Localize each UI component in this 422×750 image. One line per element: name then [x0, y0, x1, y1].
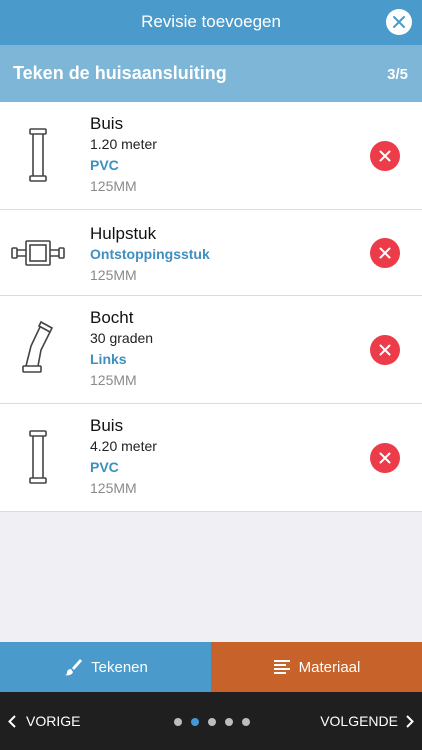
- close-icon: [379, 344, 391, 356]
- bend-icon: [10, 320, 66, 376]
- item-diameter: 125MM: [90, 267, 137, 283]
- delete-button[interactable]: [370, 335, 400, 365]
- item-direction: Links: [90, 351, 127, 367]
- pipe-icon: [10, 128, 66, 182]
- chevron-left-icon: [8, 714, 16, 728]
- component-list: Buis 1.20 meter PVC 125MM Hulpstuk Ontst…: [0, 102, 422, 512]
- page-indicator: [174, 718, 250, 726]
- item-name: Bocht: [90, 308, 134, 327]
- item-diameter: 125MM: [90, 480, 137, 496]
- item-material: PVC: [90, 157, 119, 173]
- action-tabbar: Tekenen Materiaal: [0, 642, 422, 692]
- delete-button[interactable]: [370, 141, 400, 171]
- close-icon: [379, 150, 391, 162]
- item-name: Buis: [90, 416, 124, 435]
- next-button[interactable]: VOLGENDE: [320, 713, 414, 729]
- list-item[interactable]: Bocht 30 graden Links 125MM: [0, 296, 422, 404]
- item-name: Hulpstuk: [90, 224, 157, 243]
- list-icon: [273, 660, 290, 674]
- item-diameter: 125MM: [90, 372, 137, 388]
- pipe-icon: [10, 430, 66, 484]
- page-dot: [208, 718, 216, 726]
- page-dot-active: [191, 718, 199, 726]
- brush-icon: [65, 659, 83, 676]
- item-type: Ontstoppingsstuk: [90, 246, 210, 262]
- list-item[interactable]: Buis 1.20 meter PVC 125MM: [0, 102, 422, 210]
- list-item[interactable]: Buis 4.20 meter PVC 125MM: [0, 404, 422, 512]
- header-title: Revisie toevoegen: [141, 12, 281, 31]
- prev-label: VORIGE: [26, 713, 81, 729]
- page-dot: [225, 718, 233, 726]
- tab-material[interactable]: Materiaal: [211, 642, 422, 692]
- next-label: VOLGENDE: [320, 713, 398, 729]
- tab-draw[interactable]: Tekenen: [0, 642, 211, 692]
- step-title: Teken de huisaansluiting: [13, 63, 227, 83]
- chevron-right-icon: [406, 714, 414, 728]
- app-header: Revisie toevoegen: [0, 0, 422, 45]
- close-icon: [379, 247, 391, 259]
- close-icon: [393, 16, 405, 28]
- item-angle: 30 graden: [90, 330, 154, 346]
- step-counter: 3/5: [387, 66, 408, 83]
- step-header: Teken de huisaansluiting 3/5: [0, 45, 422, 102]
- item-length: 1.20 meter: [90, 136, 157, 152]
- coupling-icon: [10, 238, 66, 268]
- item-material: PVC: [90, 459, 119, 475]
- page-dot: [174, 718, 182, 726]
- wizard-footer: VORIGE VOLGENDE: [0, 692, 422, 750]
- tab-draw-label: Tekenen: [91, 658, 148, 676]
- list-item[interactable]: Hulpstuk Ontstoppingsstuk 125MM: [0, 210, 422, 296]
- delete-button[interactable]: [370, 443, 400, 473]
- delete-button[interactable]: [370, 238, 400, 268]
- page-dot: [242, 718, 250, 726]
- item-name: Buis: [90, 114, 124, 133]
- prev-button[interactable]: VORIGE: [8, 713, 80, 729]
- item-length: 4.20 meter: [90, 438, 157, 454]
- close-icon: [379, 452, 391, 464]
- tab-material-label: Materiaal: [298, 658, 361, 676]
- item-diameter: 125MM: [90, 178, 137, 194]
- close-button[interactable]: [386, 9, 412, 35]
